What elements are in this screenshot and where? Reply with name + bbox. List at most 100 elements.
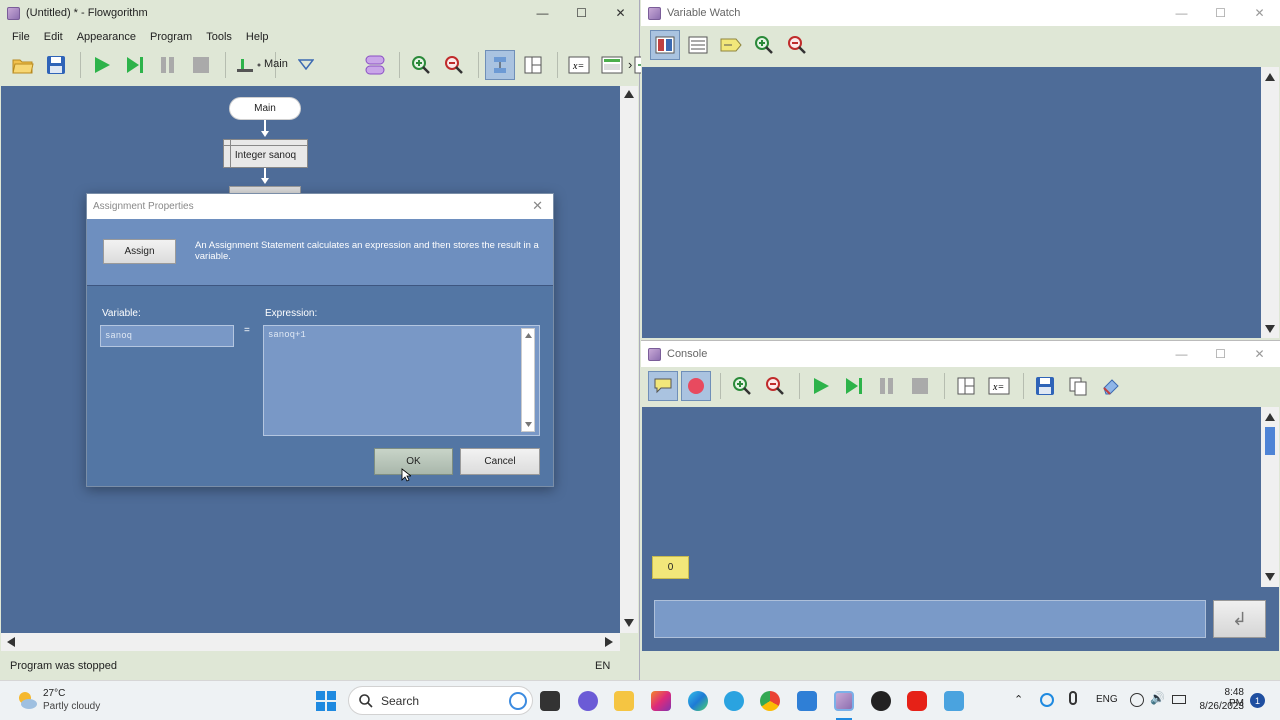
watch-detail-view-icon[interactable]	[650, 30, 680, 60]
console-record-icon[interactable]	[681, 371, 711, 401]
bing-icon[interactable]	[509, 692, 527, 710]
language-indicator-taskbar[interactable]: ENG	[1096, 694, 1118, 705]
console-close-button[interactable]: ✕	[1240, 341, 1279, 367]
console-maximize-button[interactable]: ☐	[1201, 341, 1240, 367]
save-icon[interactable]	[41, 50, 71, 80]
layout-icon[interactable]	[518, 50, 548, 80]
vscode-icon[interactable]	[797, 691, 817, 711]
scroll-up-arrow-icon[interactable]	[624, 90, 634, 98]
show-hidden-icons-icon[interactable]: ⌃	[1014, 693, 1023, 706]
console-copy-icon[interactable]	[1063, 371, 1093, 401]
windows-start-icon[interactable]	[316, 691, 336, 711]
variable-watch-icon[interactable]: x=	[564, 50, 594, 80]
step-icon[interactable]	[120, 50, 150, 80]
assign-button[interactable]: Assign	[103, 239, 176, 264]
console-minimize-button[interactable]: —	[1162, 341, 1201, 367]
flowgorithm-taskbar-icon[interactable]	[834, 691, 854, 711]
zoom-out-icon[interactable]	[439, 50, 469, 80]
notification-badge[interactable]: 1	[1250, 693, 1265, 708]
weather-partly-cloudy-icon[interactable]	[16, 689, 38, 711]
scroll-down-arrow-icon[interactable]	[1265, 573, 1275, 581]
console-zoom-in-icon[interactable]	[727, 371, 757, 401]
obs-icon[interactable]	[871, 691, 891, 711]
speed-icon[interactable]	[232, 50, 266, 80]
watch-close-button[interactable]: ✕	[1240, 0, 1279, 26]
menu-appearance[interactable]: Appearance	[71, 31, 142, 43]
menu-program[interactable]: Program	[144, 31, 198, 43]
chrome-icon[interactable]	[760, 691, 780, 711]
watch-maximize-button[interactable]: ☐	[1201, 0, 1240, 26]
menu-tools[interactable]: Tools	[200, 31, 238, 43]
horizontal-scrollbar[interactable]	[1, 633, 620, 651]
variable-input[interactable]: sanoq	[100, 325, 234, 347]
volume-icon[interactable]: 🔊	[1150, 691, 1165, 705]
console-vertical-scrollbar[interactable]	[1261, 407, 1279, 587]
ok-button[interactable]: OK	[374, 448, 453, 475]
open-folder-icon[interactable]	[8, 50, 38, 80]
console-eraser-icon[interactable]	[1096, 371, 1126, 401]
scroll-up-arrow-icon[interactable]	[1265, 413, 1275, 421]
task-view-icon[interactable]	[540, 691, 560, 711]
watch-zoom-in-icon[interactable]	[749, 30, 779, 60]
weather-temp[interactable]: 27°C	[43, 688, 65, 699]
youtube-icon[interactable]	[907, 691, 927, 711]
console-variable-icon[interactable]: x=	[984, 371, 1014, 401]
watch-label-icon[interactable]	[716, 30, 746, 60]
taskbar-search[interactable]: Search	[348, 686, 533, 715]
flowchart-main-node[interactable]: Main	[229, 97, 301, 120]
menu-edit[interactable]: Edit	[38, 31, 69, 43]
scroll-down-arrow-icon[interactable]	[624, 619, 634, 627]
scroll-right-arrow-icon[interactable]	[605, 637, 613, 647]
watch-minimize-button[interactable]: —	[1162, 0, 1201, 26]
console-zoom-out-icon[interactable]	[760, 371, 790, 401]
run-icon[interactable]	[87, 50, 117, 80]
microphone-icon[interactable]	[1069, 691, 1077, 705]
zoom-in-icon[interactable]	[406, 50, 436, 80]
function-dropdown-icon[interactable]	[297, 58, 314, 70]
clock-date[interactable]: 8/26/2023	[1195, 701, 1245, 712]
maximize-button[interactable]: ☐	[562, 0, 601, 26]
toolbar-overflow-icon[interactable]: ›	[628, 57, 632, 72]
battery-icon[interactable]	[1172, 695, 1186, 704]
scroll-up-arrow-icon[interactable]	[1265, 73, 1275, 81]
close-button[interactable]: ✕	[601, 0, 640, 26]
flowchart-declare-node[interactable]: Integer sanoq	[223, 139, 308, 168]
console-save-icon[interactable]	[1030, 371, 1060, 401]
flowchart-view-icon[interactable]	[485, 50, 515, 80]
watch-zoom-out-icon[interactable]	[782, 30, 812, 60]
file-explorer-icon[interactable]	[614, 691, 634, 711]
notepad-icon[interactable]	[944, 691, 964, 711]
weather-desc[interactable]: Partly cloudy	[43, 701, 100, 712]
console-icon[interactable]	[597, 50, 627, 80]
watch-vertical-scrollbar[interactable]	[1261, 67, 1279, 338]
console-run-icon[interactable]	[806, 371, 836, 401]
cancel-button[interactable]: Cancel	[460, 448, 540, 475]
console-stop-icon[interactable]	[905, 371, 935, 401]
dialog-titlebar[interactable]: Assignment Properties	[87, 194, 553, 219]
console-pause-icon[interactable]	[872, 371, 902, 401]
console-input-field[interactable]	[654, 600, 1206, 638]
functions-manager-icon[interactable]	[360, 50, 390, 80]
stop-icon[interactable]	[186, 50, 216, 80]
telegram-icon[interactable]	[724, 691, 744, 711]
expression-scrollbar[interactable]	[521, 328, 535, 432]
console-step-icon[interactable]	[839, 371, 869, 401]
edge-icon[interactable]	[688, 691, 708, 711]
expression-input[interactable]: sanoq+1	[263, 325, 540, 436]
pause-icon[interactable]	[153, 50, 183, 80]
menu-file[interactable]: File	[6, 31, 36, 43]
network-icon[interactable]	[1130, 693, 1144, 707]
instagram-icon[interactable]	[651, 691, 671, 711]
scroll-left-arrow-icon[interactable]	[7, 637, 15, 647]
scroll-up-arrow-icon[interactable]	[525, 333, 532, 338]
console-enter-button[interactable]: ↲	[1213, 600, 1266, 638]
scroll-down-arrow-icon[interactable]	[525, 422, 532, 427]
watch-list-view-icon[interactable]	[683, 30, 713, 60]
vertical-scrollbar[interactable]	[620, 86, 638, 633]
menu-help[interactable]: Help	[240, 31, 275, 43]
chat-icon[interactable]	[578, 691, 598, 711]
function-selector[interactable]: Main	[264, 58, 288, 70]
sync-icon[interactable]	[1040, 693, 1054, 707]
console-chat-view-icon[interactable]	[648, 371, 678, 401]
scroll-down-arrow-icon[interactable]	[1265, 325, 1275, 333]
